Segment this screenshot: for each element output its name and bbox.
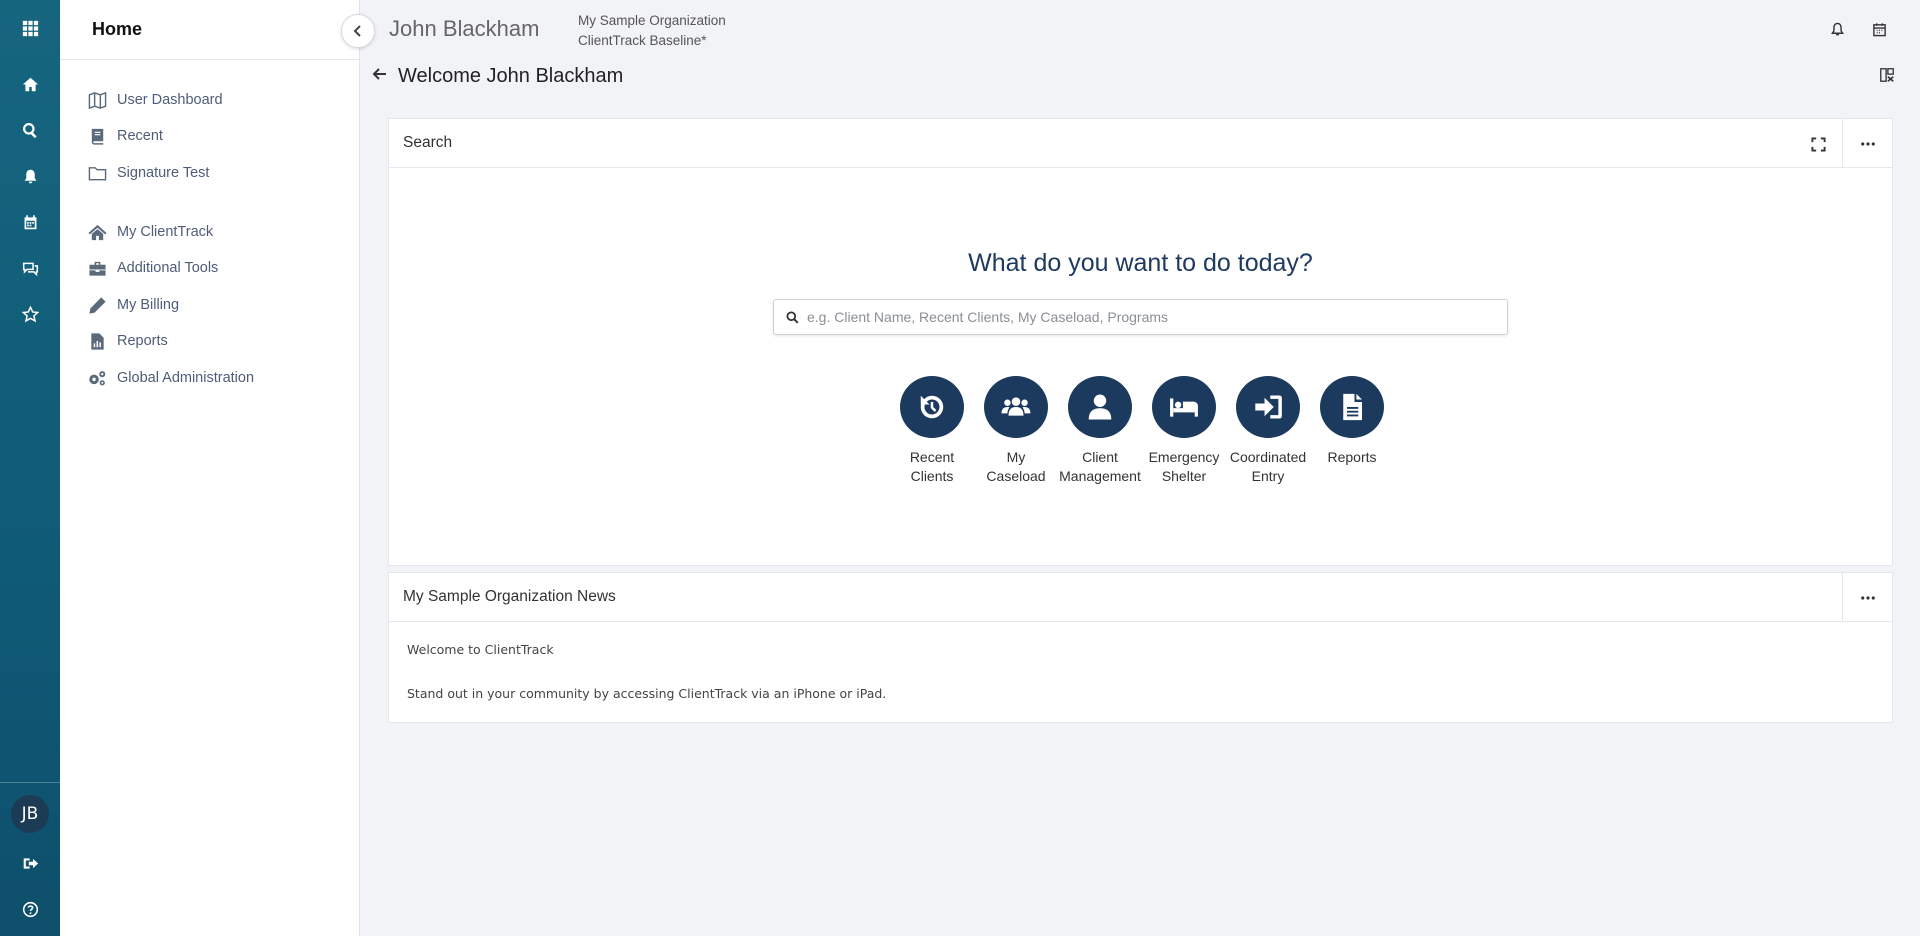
chat-icon[interactable] <box>0 248 60 288</box>
sidebar-item-additional-tools[interactable]: Additional Tools <box>88 254 218 282</box>
sidebar-item-label: Reports <box>117 333 168 349</box>
sidebar-item-user-dashboard[interactable]: User Dashboard <box>88 86 223 114</box>
layout-settings-icon[interactable] <box>1879 67 1897 85</box>
more-horizontal-icon <box>1860 595 1875 600</box>
sidebar-item-global-administration[interactable]: Global Administration <box>88 364 254 392</box>
tile-recent-clients[interactable]: Recent Clients <box>890 376 974 486</box>
bell-icon[interactable] <box>0 156 60 196</box>
user-icon <box>1068 376 1132 438</box>
tile-label: My Caseload <box>986 449 1046 484</box>
sidebar-item-label: Recent <box>117 128 163 144</box>
organization-name: My Sample Organization <box>578 13 726 28</box>
folder-icon <box>88 166 107 180</box>
star-icon[interactable] <box>0 294 60 334</box>
sidebar-item-signature-test[interactable]: Signature Test <box>88 159 209 187</box>
news-line: Stand out in your community by accessing… <box>407 686 887 701</box>
tile-label: Coordinated Entry <box>1229 449 1307 484</box>
bed-icon <box>1152 376 1216 438</box>
header-user-name: John Blackham <box>389 16 540 41</box>
notifications-bell-icon[interactable] <box>1827 19 1847 39</box>
calendar-icon[interactable] <box>1869 19 1889 39</box>
sidenav-title: Home <box>92 19 143 39</box>
sidebar-item-label: Signature Test <box>117 165 210 181</box>
calendar-icon[interactable] <box>0 202 60 242</box>
sidebar-item-label: My ClientTrack <box>117 224 214 240</box>
rail-divider <box>0 782 60 783</box>
tile-my-caseload[interactable]: My Caseload <box>974 376 1058 486</box>
news-panel-header: My Sample Organization News <box>389 573 1892 622</box>
sidebar-item-label: Additional Tools <box>117 260 219 276</box>
tile-emergency-shelter[interactable]: Emergency Shelter <box>1142 376 1226 486</box>
tile-label: Client Management <box>1059 449 1141 484</box>
sidenav-header: Home <box>60 0 359 60</box>
news-panel-title: My Sample Organization News <box>403 588 616 605</box>
search-input[interactable] <box>807 309 1487 325</box>
collapse-sidebar-button[interactable] <box>341 14 375 48</box>
panel-menu-button[interactable] <box>1842 573 1892 622</box>
apps-grid-icon[interactable] <box>0 8 60 48</box>
tile-client-management[interactable]: Client Management <box>1058 376 1142 486</box>
home-icon[interactable] <box>0 64 60 104</box>
search-question-heading: What do you want to do today? <box>968 249 1313 277</box>
search-icon[interactable] <box>0 110 60 150</box>
users-icon <box>984 376 1048 438</box>
header-organization[interactable]: My Sample Organization ClientTrack Basel… <box>578 11 726 51</box>
sidebar-item-label: User Dashboard <box>117 92 223 108</box>
search-panel-header: Search <box>389 119 1892 168</box>
sidebar-item-recent[interactable]: Recent <box>88 122 163 150</box>
map-icon <box>88 91 107 109</box>
panel-menu-button[interactable] <box>1842 119 1892 168</box>
news-panel: My Sample Organization News Welcome to C… <box>388 572 1893 723</box>
help-icon[interactable] <box>0 889 60 929</box>
history-icon <box>900 376 964 438</box>
pencil-icon <box>89 296 106 314</box>
workgroup-name: ClientTrack Baseline* <box>578 33 707 48</box>
chevron-left-icon <box>353 25 361 37</box>
tile-coordinated-entry[interactable]: Coordinated Entry <box>1226 376 1310 486</box>
logout-icon[interactable] <box>0 843 60 883</box>
tile-label: Recent Clients <box>909 449 955 484</box>
search-panel: Search What do you want to do today? Rec… <box>388 118 1893 566</box>
tile-label: Reports <box>1327 449 1377 465</box>
report-icon <box>91 332 104 350</box>
sign-in-icon <box>1236 376 1300 438</box>
back-arrow-icon[interactable] <box>372 66 390 84</box>
sidebar-item-my-billing[interactable]: My Billing <box>88 291 179 319</box>
icon-rail: JB <box>0 0 60 936</box>
document-icon <box>1320 376 1384 438</box>
search-icon <box>786 310 799 323</box>
book-icon <box>91 128 104 145</box>
tile-label: Emergency Shelter <box>1148 449 1220 484</box>
expand-icon[interactable] <box>1808 134 1828 154</box>
news-line: Welcome to ClientTrack <box>407 642 554 657</box>
sidebar-item-label: My Billing <box>117 297 180 313</box>
sidebar-item-my-clienttrack[interactable]: My ClientTrack <box>88 218 213 246</box>
search-box[interactable] <box>773 299 1508 335</box>
search-panel-title: Search <box>403 134 453 151</box>
home-icon <box>88 224 107 240</box>
tile-reports[interactable]: Reports <box>1310 376 1394 467</box>
avatar[interactable]: JB <box>11 795 49 833</box>
sidebar-item-label: Global Administration <box>117 370 255 386</box>
gears-icon <box>89 370 106 385</box>
more-horizontal-icon <box>1860 141 1875 146</box>
sidebar-item-reports[interactable]: Reports <box>88 327 168 355</box>
toolbox-icon <box>89 261 106 276</box>
page-title: Welcome John Blackham <box>398 65 624 87</box>
